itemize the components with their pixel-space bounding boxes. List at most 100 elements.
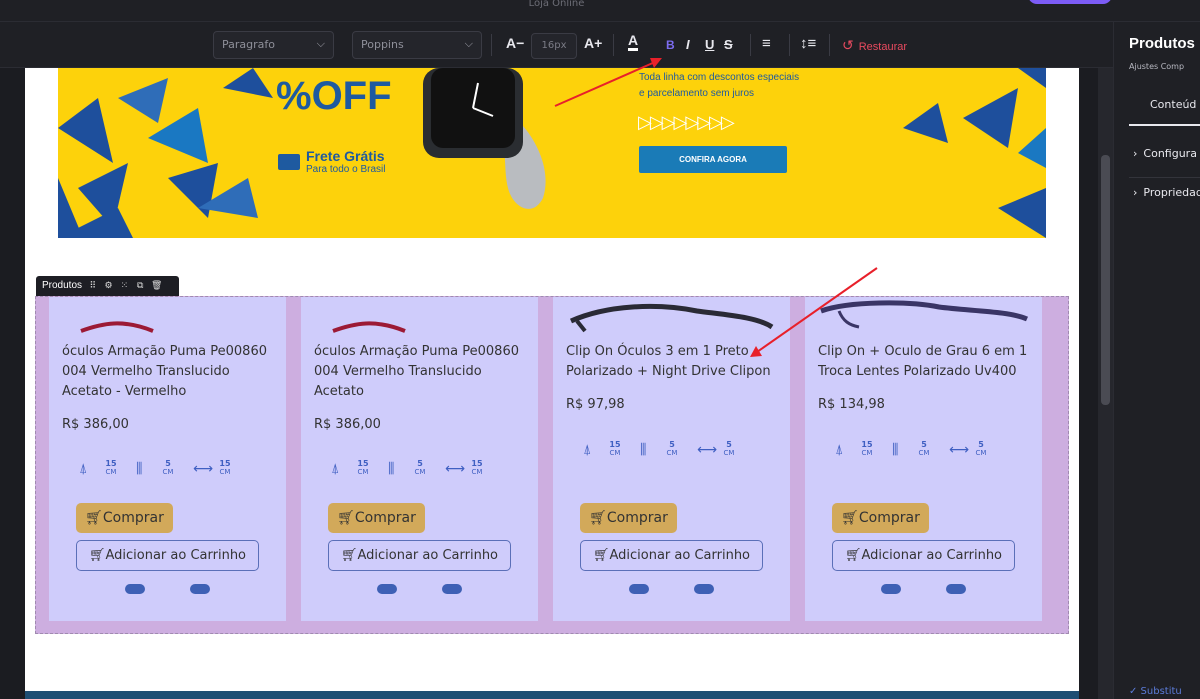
product-card[interactable]: óculos Armação Puma Pe00860 004 Vermelho…	[301, 297, 538, 621]
dimension-temple: ⟷ 5 CM	[949, 440, 1005, 462]
editor-canvas: %OFF Frete Grátis Para todo o Brasil Tod…	[0, 68, 1098, 699]
bold-button[interactable]: B	[666, 38, 675, 52]
buy-button[interactable]: 🛒︎Comprar	[76, 503, 173, 533]
section-properties[interactable]: › Propriedad	[1133, 186, 1200, 199]
chevron-right-icon: ›	[1133, 147, 1138, 160]
text-color-button[interactable]: A	[628, 33, 639, 51]
dimension-unit: CM	[861, 449, 873, 457]
promo-banner[interactable]: %OFF Frete Grátis Para todo o Brasil Tod…	[58, 68, 1046, 238]
carousel-dot[interactable]	[442, 584, 462, 594]
product-name[interactable]: Clip On + Oculo de Grau 6 em 1 Troca Len…	[818, 342, 1033, 382]
product-name[interactable]: Clip On Óculos 3 em 1 Preto Polarizado +…	[566, 342, 781, 382]
free-shipping-subtitle: Para todo o Brasil	[306, 164, 386, 175]
add-to-cart-label: Adicionar ao Carrinho	[609, 548, 751, 563]
product-card[interactable]: Clip On + Oculo de Grau 6 em 1 Troca Len…	[805, 297, 1042, 621]
carousel-dot[interactable]	[694, 584, 714, 594]
dimension-temple: ⟷ 15 CM	[193, 459, 249, 481]
decrease-font-button[interactable]: A−	[506, 35, 524, 51]
cart-icon: 🛒︎	[337, 510, 355, 526]
add-to-cart-button[interactable]: 🛒︎Adicionar ao Carrinho	[832, 540, 1015, 571]
buy-button[interactable]: 🛒︎Comprar	[580, 503, 677, 533]
buy-button[interactable]: 🛒︎Comprar	[832, 503, 929, 533]
carousel-dot[interactable]	[125, 584, 145, 594]
product-image	[332, 321, 406, 333]
paragraph-style-select[interactable]: Paragrafo ⌵	[213, 31, 334, 59]
promo-line-1: Toda linha com descontos especiais	[639, 72, 800, 83]
dimension-value: 15	[861, 440, 873, 449]
dimension-unit: CM	[105, 468, 117, 476]
dimension-width: ⍋ 15 CM	[583, 440, 639, 462]
line-height-icon[interactable]: ↕≡	[800, 35, 816, 52]
trash-icon[interactable]: 🗑	[151, 280, 162, 291]
buy-button[interactable]: 🛒︎Comprar	[328, 503, 425, 533]
dimension-value: 5	[669, 440, 675, 449]
paragraph-style-value: Paragrafo	[222, 38, 275, 51]
canvas-scrollbar-thumb[interactable]	[1101, 155, 1110, 405]
product-name[interactable]: óculos Armação Puma Pe00860 004 Vermelho…	[62, 342, 277, 402]
product-dimensions: ⍋ 15 CM ⫼ 5 CM ⟷ 5 CM	[835, 440, 1015, 462]
dimension-unit: CM	[162, 468, 174, 476]
font-family-value: Poppins	[361, 38, 404, 51]
dimension-value: 5	[165, 459, 171, 468]
promo-line-2: e parcelamento sem juros	[639, 88, 755, 99]
publish-button[interactable]	[1028, 0, 1112, 4]
window-title: Loja Online	[528, 0, 585, 9]
lens-width-icon: ⍋	[79, 461, 88, 477]
bridge-icon: ⫼	[892, 442, 899, 458]
add-to-cart-button[interactable]: 🛒︎Adicionar ao Carrinho	[580, 540, 763, 571]
font-family-select[interactable]: Poppins ⌵	[352, 31, 482, 59]
drag-icon[interactable]: ⠿	[88, 280, 98, 291]
component-label[interactable]: Produtos ⠿ ⚙ ⁙ ⧉ 🗑	[36, 276, 179, 296]
footer-bar	[25, 691, 1079, 699]
increase-font-button[interactable]: A+	[584, 35, 602, 51]
add-to-cart-button[interactable]: 🛒︎Adicionar ao Carrinho	[76, 540, 259, 571]
products-grid[interactable]: óculos Armação Puma Pe00860 004 Vermelho…	[35, 296, 1069, 634]
panel-subtitle: Ajustes Comp	[1129, 62, 1185, 71]
dimension-unit: CM	[918, 449, 930, 457]
lens-width-icon: ⍋	[583, 442, 592, 458]
font-size-input[interactable]: 16px	[531, 33, 577, 59]
dimension-temple: ⟷ 5 CM	[697, 440, 753, 462]
product-name[interactable]: óculos Armação Puma Pe00860 004 Vermelho…	[314, 342, 529, 402]
gear-icon[interactable]: ⚙	[104, 280, 114, 291]
active-tab-indicator	[1129, 124, 1200, 126]
move-icon[interactable]: ⁙	[119, 280, 129, 291]
add-to-cart-button[interactable]: 🛒︎Adicionar ao Carrinho	[328, 540, 511, 571]
add-to-cart-label: Adicionar ao Carrinho	[357, 548, 499, 563]
toolbar-divider	[829, 34, 830, 56]
dimension-unit: CM	[414, 468, 426, 476]
dimension-width: ⍋ 15 CM	[331, 459, 387, 481]
section-config[interactable]: › Configura	[1133, 147, 1197, 160]
carousel-dot[interactable]	[190, 584, 210, 594]
temple-length-icon: ⟷	[949, 442, 970, 458]
carousel-dot[interactable]	[629, 584, 649, 594]
product-card[interactable]: óculos Armação Puma Pe00860 004 Vermelho…	[49, 297, 286, 621]
tab-content[interactable]: Conteúd	[1150, 98, 1196, 111]
strikethrough-button[interactable]: S	[724, 37, 733, 52]
carousel-dot[interactable]	[881, 584, 901, 594]
restore-label: Restaurar	[858, 41, 908, 53]
temple-length-icon: ⟷	[445, 461, 466, 477]
product-image	[820, 300, 1029, 329]
product-card[interactable]: Clip On Óculos 3 em 1 Preto Polarizado +…	[553, 297, 790, 621]
cart-icon: 🛒︎	[841, 510, 859, 526]
restore-button[interactable]: ↺ Restaurar	[842, 37, 907, 54]
cta-button[interactable]: CONFIRA AGORA	[639, 146, 787, 173]
dimension-unit: CM	[471, 468, 483, 476]
cart-icon: 🛒︎	[85, 510, 103, 526]
product-dimensions: ⍋ 15 CM ⫼ 5 CM ⟷ 15 CM	[79, 459, 259, 481]
toolbar-divider	[613, 34, 614, 56]
duplicate-icon[interactable]: ⧉	[135, 280, 145, 291]
smartwatch-image	[423, 68, 546, 209]
product-image	[569, 303, 774, 333]
underline-button[interactable]: U	[705, 37, 714, 52]
carousel-dot[interactable]	[946, 584, 966, 594]
carousel-dot[interactable]	[377, 584, 397, 594]
italic-button[interactable]: I	[686, 37, 690, 52]
substitute-button[interactable]: ✓ Substitu	[1129, 686, 1182, 697]
arrows-decoration: ▷▷▷▷▷▷▷▷	[638, 112, 735, 133]
text-format-toolbar: Paragrafo ⌵ Poppins ⌵ A− 16px A+ A B I U…	[0, 22, 1113, 68]
align-left-icon[interactable]: ≡	[762, 35, 771, 52]
dimension-value: 5	[921, 440, 927, 449]
dimension-width: ⍋ 15 CM	[79, 459, 135, 481]
